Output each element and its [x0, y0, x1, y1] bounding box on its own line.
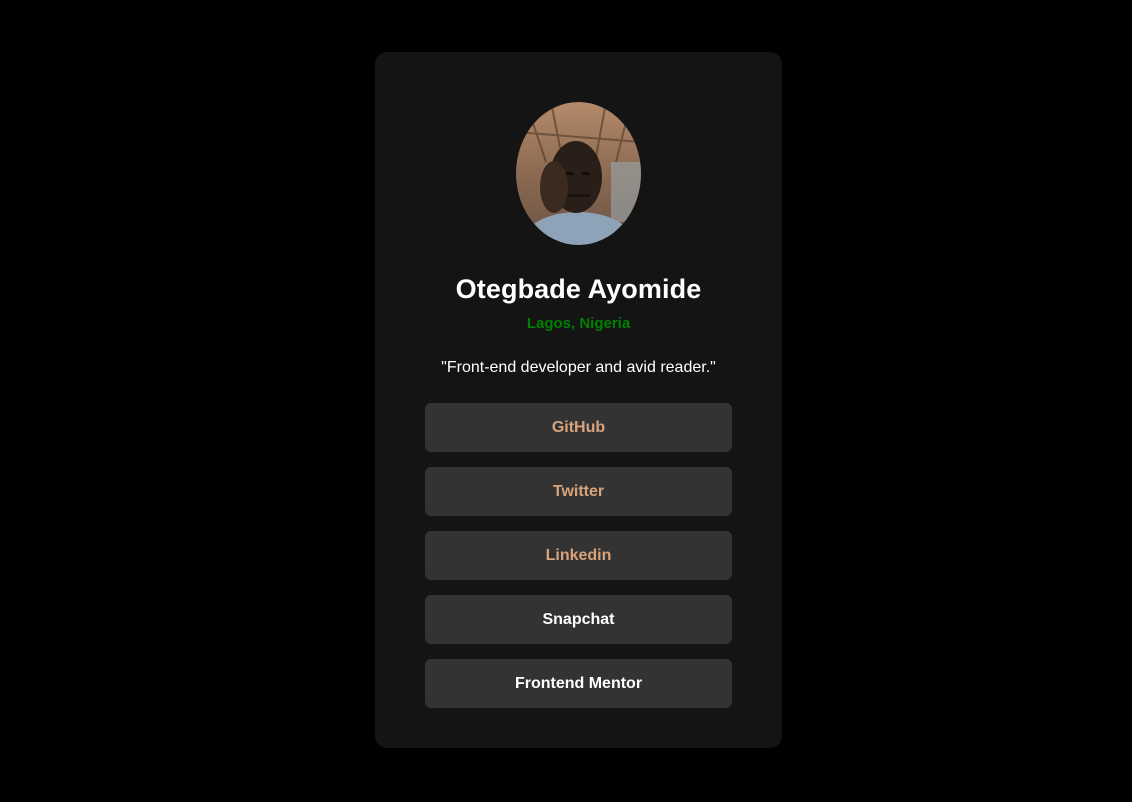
list-item: Frontend Mentor [425, 659, 732, 708]
avatar-photo [516, 102, 641, 245]
profile-bio: "Front-end developer and avid reader." [441, 359, 716, 376]
social-links-list: GitHub Twitter Linkedin Snapchat Fronten… [425, 403, 732, 723]
list-item: Linkedin [425, 531, 732, 580]
profile-location: Lagos, Nigeria [526, 315, 631, 332]
frontend-mentor-link-button[interactable]: Frontend Mentor [425, 659, 732, 708]
avatar [516, 102, 641, 245]
list-item: GitHub [425, 403, 732, 452]
profile-name: Otegbade Ayomide [455, 274, 702, 304]
github-link-button[interactable]: GitHub [425, 403, 732, 452]
list-item: Snapchat [425, 595, 732, 644]
linkedin-link-button[interactable]: Linkedin [425, 531, 732, 580]
twitter-link-button[interactable]: Twitter [425, 467, 732, 516]
profile-card: Otegbade Ayomide Lagos, Nigeria "Front-e… [375, 52, 782, 748]
snapchat-link-button[interactable]: Snapchat [425, 595, 732, 644]
list-item: Twitter [425, 467, 732, 516]
